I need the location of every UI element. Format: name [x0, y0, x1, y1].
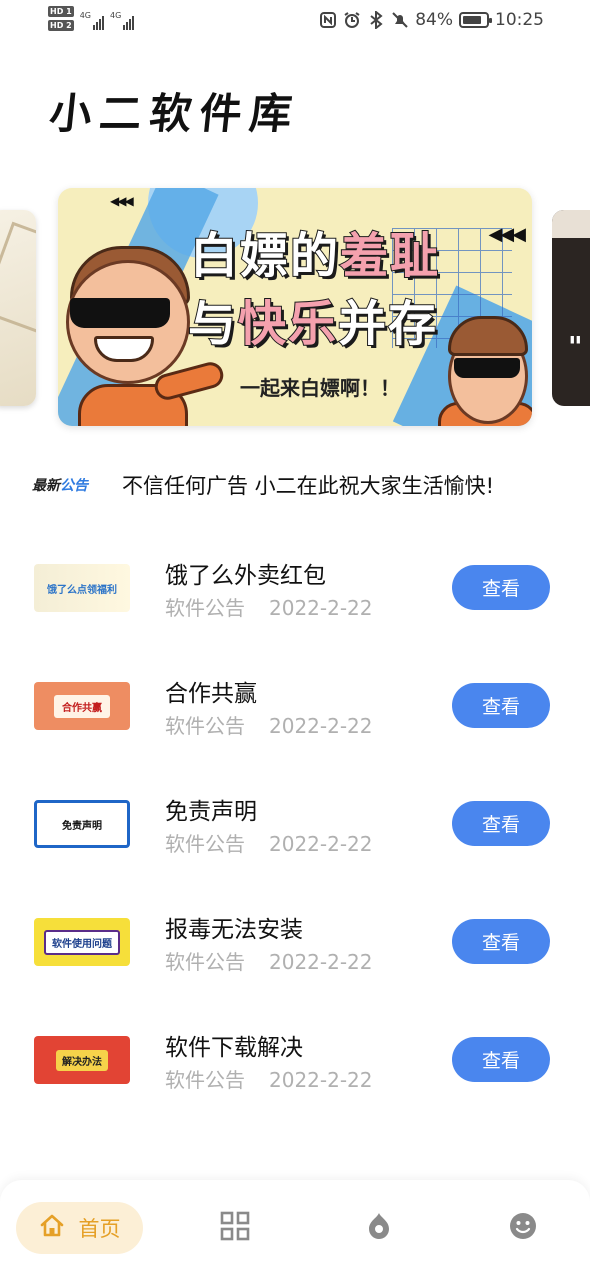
profile-smile-icon	[508, 1211, 538, 1245]
hd1-badge: HD 1	[48, 6, 74, 17]
view-button[interactable]: 查看	[452, 683, 550, 728]
clock: 10:25	[495, 10, 544, 30]
status-bar: HD 1 HD 2 4G 4G 84% 10:25	[0, 0, 590, 44]
item-thumbnail: 免责声明	[34, 800, 130, 848]
list-item[interactable]: 软件使用问题 报毒无法安装 软件公告 2022-2-22 查看	[0, 902, 590, 1020]
network-type-1: 4G	[79, 10, 91, 20]
banner-arrows-icon: ◀◀◀	[488, 224, 526, 245]
signal-2-icon: 4G	[109, 10, 135, 30]
alarm-icon	[343, 11, 361, 29]
network-indicators: HD 1 HD 2 4G 4G	[48, 6, 135, 31]
item-thumbnail: 合作共赢	[34, 682, 130, 730]
item-title: 合作共赢	[165, 681, 257, 707]
nav-home[interactable]: 首页	[16, 1202, 143, 1254]
list-item[interactable]: 免责声明 免责声明 软件公告 2022-2-22 查看	[0, 784, 590, 902]
nav-profile[interactable]	[507, 1212, 539, 1244]
item-meta: 软件公告 2022-2-22	[165, 832, 373, 856]
banner-title-line2: 与快乐并存	[187, 295, 439, 353]
view-button[interactable]: 查看	[452, 565, 550, 610]
banner-slide[interactable]: ◀◀◀ ◀◀◀ 白嫖的羞耻 与快乐并存 一起来白嫖啊！！	[58, 188, 532, 426]
apps-grid-icon	[220, 1211, 250, 1245]
nav-discover[interactable]	[363, 1212, 395, 1244]
item-title: 饿了么外卖红包	[165, 563, 326, 589]
signal-1-icon: 4G	[79, 10, 104, 30]
view-button[interactable]: 查看	[452, 919, 550, 964]
next-slide-quote: "	[568, 330, 583, 363]
system-indicators: 84% 10:25	[319, 10, 544, 30]
mute-icon	[391, 11, 409, 29]
banner-arrows-icon: ◀◀◀	[110, 194, 134, 208]
item-thumbnail: 软件使用问题	[34, 918, 130, 966]
sunglasses-icon	[454, 358, 520, 378]
banner-next-slide[interactable]: "	[552, 210, 590, 406]
nfc-icon	[319, 11, 337, 29]
battery-percent: 84%	[415, 10, 453, 30]
banner-title-line1: 白嫖的羞耻	[189, 227, 441, 285]
sunglasses-icon	[70, 298, 170, 328]
item-thumbnail: 饿了么点领福利	[34, 564, 130, 612]
network-type-2: 4G	[109, 10, 122, 20]
item-thumbnail: 解决办法	[34, 1036, 130, 1084]
list-item[interactable]: 合作共赢 合作共赢 软件公告 2022-2-22 查看	[0, 666, 590, 784]
nav-home-label: 首页	[78, 1217, 121, 1241]
battery-icon	[459, 12, 492, 28]
item-title: 软件下载解决	[165, 1035, 303, 1061]
announcement-list: 饿了么点领福利 饿了么外卖红包 软件公告 2022-2-22 查看 合作共赢 合作…	[0, 548, 590, 1138]
home-icon	[39, 1213, 65, 1244]
app-logo: 小二软件库	[47, 89, 303, 138]
item-title: 报毒无法安装	[165, 917, 303, 943]
bluetooth-icon	[367, 11, 385, 29]
hd2-badge: HD 2	[48, 20, 74, 31]
latest-notice-badge: 最新公告	[32, 478, 88, 494]
announcement-text: 不信任何广告 小二在此祝大家生活愉快!	[122, 474, 495, 498]
announcement-bar[interactable]: 最新公告 不信任何广告 小二在此祝大家生活愉快!	[32, 470, 494, 500]
view-button[interactable]: 查看	[452, 1037, 550, 1082]
item-meta: 软件公告 2022-2-22	[165, 714, 373, 738]
banner-prev-slide[interactable]	[0, 210, 36, 406]
item-meta: 软件公告 2022-2-22	[165, 596, 373, 620]
banner-subtitle: 一起来白嫖啊！！	[240, 376, 400, 400]
item-meta: 软件公告 2022-2-22	[165, 950, 373, 974]
bottom-navigation: 首页	[0, 1180, 590, 1278]
list-item[interactable]: 解决办法 软件下载解决 软件公告 2022-2-22 查看	[0, 1020, 590, 1138]
discover-icon	[365, 1211, 393, 1245]
list-item[interactable]: 饿了么点领福利 饿了么外卖红包 软件公告 2022-2-22 查看	[0, 548, 590, 666]
item-meta: 软件公告 2022-2-22	[165, 1068, 373, 1092]
nav-apps[interactable]	[219, 1211, 251, 1245]
view-button[interactable]: 查看	[452, 801, 550, 846]
item-title: 免责声明	[165, 799, 257, 825]
